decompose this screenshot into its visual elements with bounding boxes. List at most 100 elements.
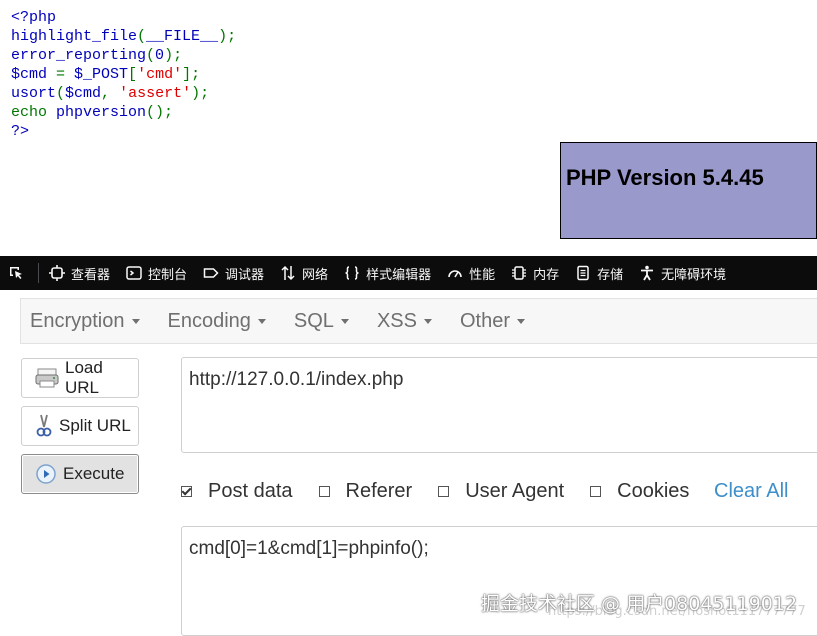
- menu-other[interactable]: Other: [460, 310, 525, 333]
- option-user-agent[interactable]: User Agent: [438, 480, 564, 503]
- tab-memory[interactable]: 内存: [503, 256, 567, 290]
- code-string-cmd: 'cmd': [137, 66, 183, 83]
- network-icon: [281, 265, 295, 281]
- watermark: 掘金技术社区 @ 用户08045119012: [481, 593, 798, 615]
- menu-encryption-label: Encryption: [30, 309, 125, 332]
- url-value: http://127.0.0.1/index.php: [189, 369, 404, 390]
- caret-down-icon: [131, 318, 140, 324]
- performance-icon: [448, 270, 462, 278]
- accessibility-icon: [641, 265, 654, 281]
- code-punct: );: [164, 47, 183, 64]
- code-punct: ();: [146, 104, 174, 121]
- user-agent-label: User Agent: [465, 479, 565, 502]
- menu-xss-label: XSS: [376, 309, 417, 332]
- menu-xss[interactable]: XSS: [377, 310, 432, 333]
- tab-style-editor[interactable]: 样式编辑器: [336, 256, 439, 290]
- code-fn-error-reporting: error_reporting: [11, 47, 147, 64]
- referer-checkbox[interactable]: [318, 485, 330, 497]
- toolbar-divider: [38, 263, 39, 283]
- user-agent-checkbox[interactable]: [438, 485, 450, 497]
- tab-style-editor-label: 样式编辑器: [366, 267, 432, 283]
- menu-encoding[interactable]: Encoding: [168, 310, 266, 333]
- caret-down-icon: [257, 318, 266, 324]
- tab-console-label: 控制台: [148, 267, 188, 283]
- clear-all-link[interactable]: Clear All: [714, 480, 788, 503]
- tab-performance[interactable]: 性能: [439, 256, 503, 290]
- execute-label: Execute: [63, 464, 125, 483]
- code-fn-phpversion: phpversion: [56, 104, 147, 121]
- code-const-file: __FILE__: [146, 28, 219, 45]
- tab-debugger-label: 调试器: [225, 267, 265, 283]
- split-url-label: Split URL: [59, 416, 131, 435]
- tab-network[interactable]: 网络: [272, 256, 336, 290]
- code-number: 0: [155, 47, 165, 64]
- option-post-data[interactable]: Post data: [181, 480, 293, 503]
- play-icon: [36, 464, 56, 484]
- hackbar-menu: Encryption Encoding SQL XSS Other: [20, 298, 817, 344]
- code-var-post: $_POST: [74, 66, 129, 83]
- menu-encryption[interactable]: Encryption: [30, 310, 140, 333]
- code-punct: ];: [182, 66, 201, 83]
- tab-inspector-label: 查看器: [71, 267, 111, 283]
- option-referer[interactable]: Referer: [318, 479, 413, 503]
- menu-sql[interactable]: SQL: [294, 310, 349, 333]
- post-data-checkbox[interactable]: [181, 485, 192, 497]
- code-keyword-echo: echo: [11, 104, 57, 121]
- php-source-code: <?php highlight_file(__FILE__); error_re…: [11, 8, 236, 141]
- menu-sql-label: SQL: [293, 309, 334, 332]
- memory-icon: [512, 266, 527, 280]
- post-data-value: cmd[0]=1&cmd[1]=phpinfo();: [189, 538, 429, 559]
- tab-memory-label: 内存: [533, 267, 560, 283]
- post-data-textarea[interactable]: cmd[0]=1&cmd[1]=phpinfo();: [181, 526, 817, 636]
- inspector-icon: [49, 265, 65, 281]
- load-url-icon: [35, 368, 59, 388]
- code-fn-usort: usort: [11, 85, 57, 102]
- debugger-icon: [203, 268, 219, 278]
- tab-storage[interactable]: 存储: [567, 256, 631, 290]
- code-fn-highlight-file: highlight_file: [11, 28, 138, 45]
- tab-inspector[interactable]: 查看器: [41, 256, 118, 290]
- php-version-text: PHP Version 5.4.45: [566, 165, 764, 190]
- tab-accessibility[interactable]: 无障碍环境: [631, 256, 734, 290]
- code-punct: (: [56, 85, 66, 102]
- options-row: Post data Referer User Agent Cookies: [181, 480, 715, 502]
- load-url-label: Load URL: [65, 358, 103, 397]
- console-icon: [126, 266, 142, 280]
- tab-console[interactable]: 控制台: [118, 256, 195, 290]
- execute-button[interactable]: Execute: [21, 454, 139, 494]
- cookies-checkbox[interactable]: [590, 485, 602, 497]
- post-data-label: Post data: [208, 479, 293, 502]
- code-punct: ,: [101, 85, 120, 102]
- caret-down-icon: [517, 318, 525, 324]
- scissors-icon: [36, 414, 52, 437]
- menu-encoding-label: Encoding: [167, 309, 251, 332]
- php-version-box: PHP Version 5.4.45: [560, 142, 817, 239]
- code-operator: =: [56, 66, 75, 83]
- code-line-open-tag: <?php: [11, 9, 57, 26]
- devtools-toolbar: 查看器 控制台 调试器 网络 样式编辑器 性能 内存 存储 无障碍环境: [0, 256, 817, 290]
- referer-label: Referer: [345, 479, 413, 502]
- code-punct: [: [128, 66, 138, 83]
- code-line-close-tag: ?>: [11, 123, 30, 140]
- code-punct: );: [218, 28, 237, 45]
- code-punct: (: [146, 47, 156, 64]
- code-string-assert: 'assert': [119, 85, 192, 102]
- code-var-cmd-arg: $cmd: [65, 85, 102, 102]
- tab-accessibility-label: 无障碍环境: [661, 267, 727, 283]
- caret-down-icon: [340, 318, 349, 324]
- tab-performance-label: 性能: [469, 267, 496, 283]
- url-textarea[interactable]: http://127.0.0.1/index.php: [181, 357, 817, 453]
- element-picker-button[interactable]: [0, 256, 36, 290]
- hackbar-panel: Encryption Encoding SQL XSS Other Load U…: [0, 290, 817, 636]
- tab-debugger[interactable]: 调试器: [195, 256, 272, 290]
- cookies-label: Cookies: [617, 479, 690, 502]
- option-cookies[interactable]: Cookies: [590, 480, 689, 503]
- element-picker-icon: [10, 267, 22, 279]
- tab-storage-label: 存储: [597, 267, 624, 283]
- code-punct: (: [137, 28, 147, 45]
- split-url-button[interactable]: Split URL: [21, 406, 139, 446]
- style-editor-icon: [345, 266, 359, 280]
- storage-icon: [577, 265, 589, 281]
- load-url-button[interactable]: Load URL: [21, 358, 139, 398]
- code-var-cmd: $cmd: [11, 66, 57, 83]
